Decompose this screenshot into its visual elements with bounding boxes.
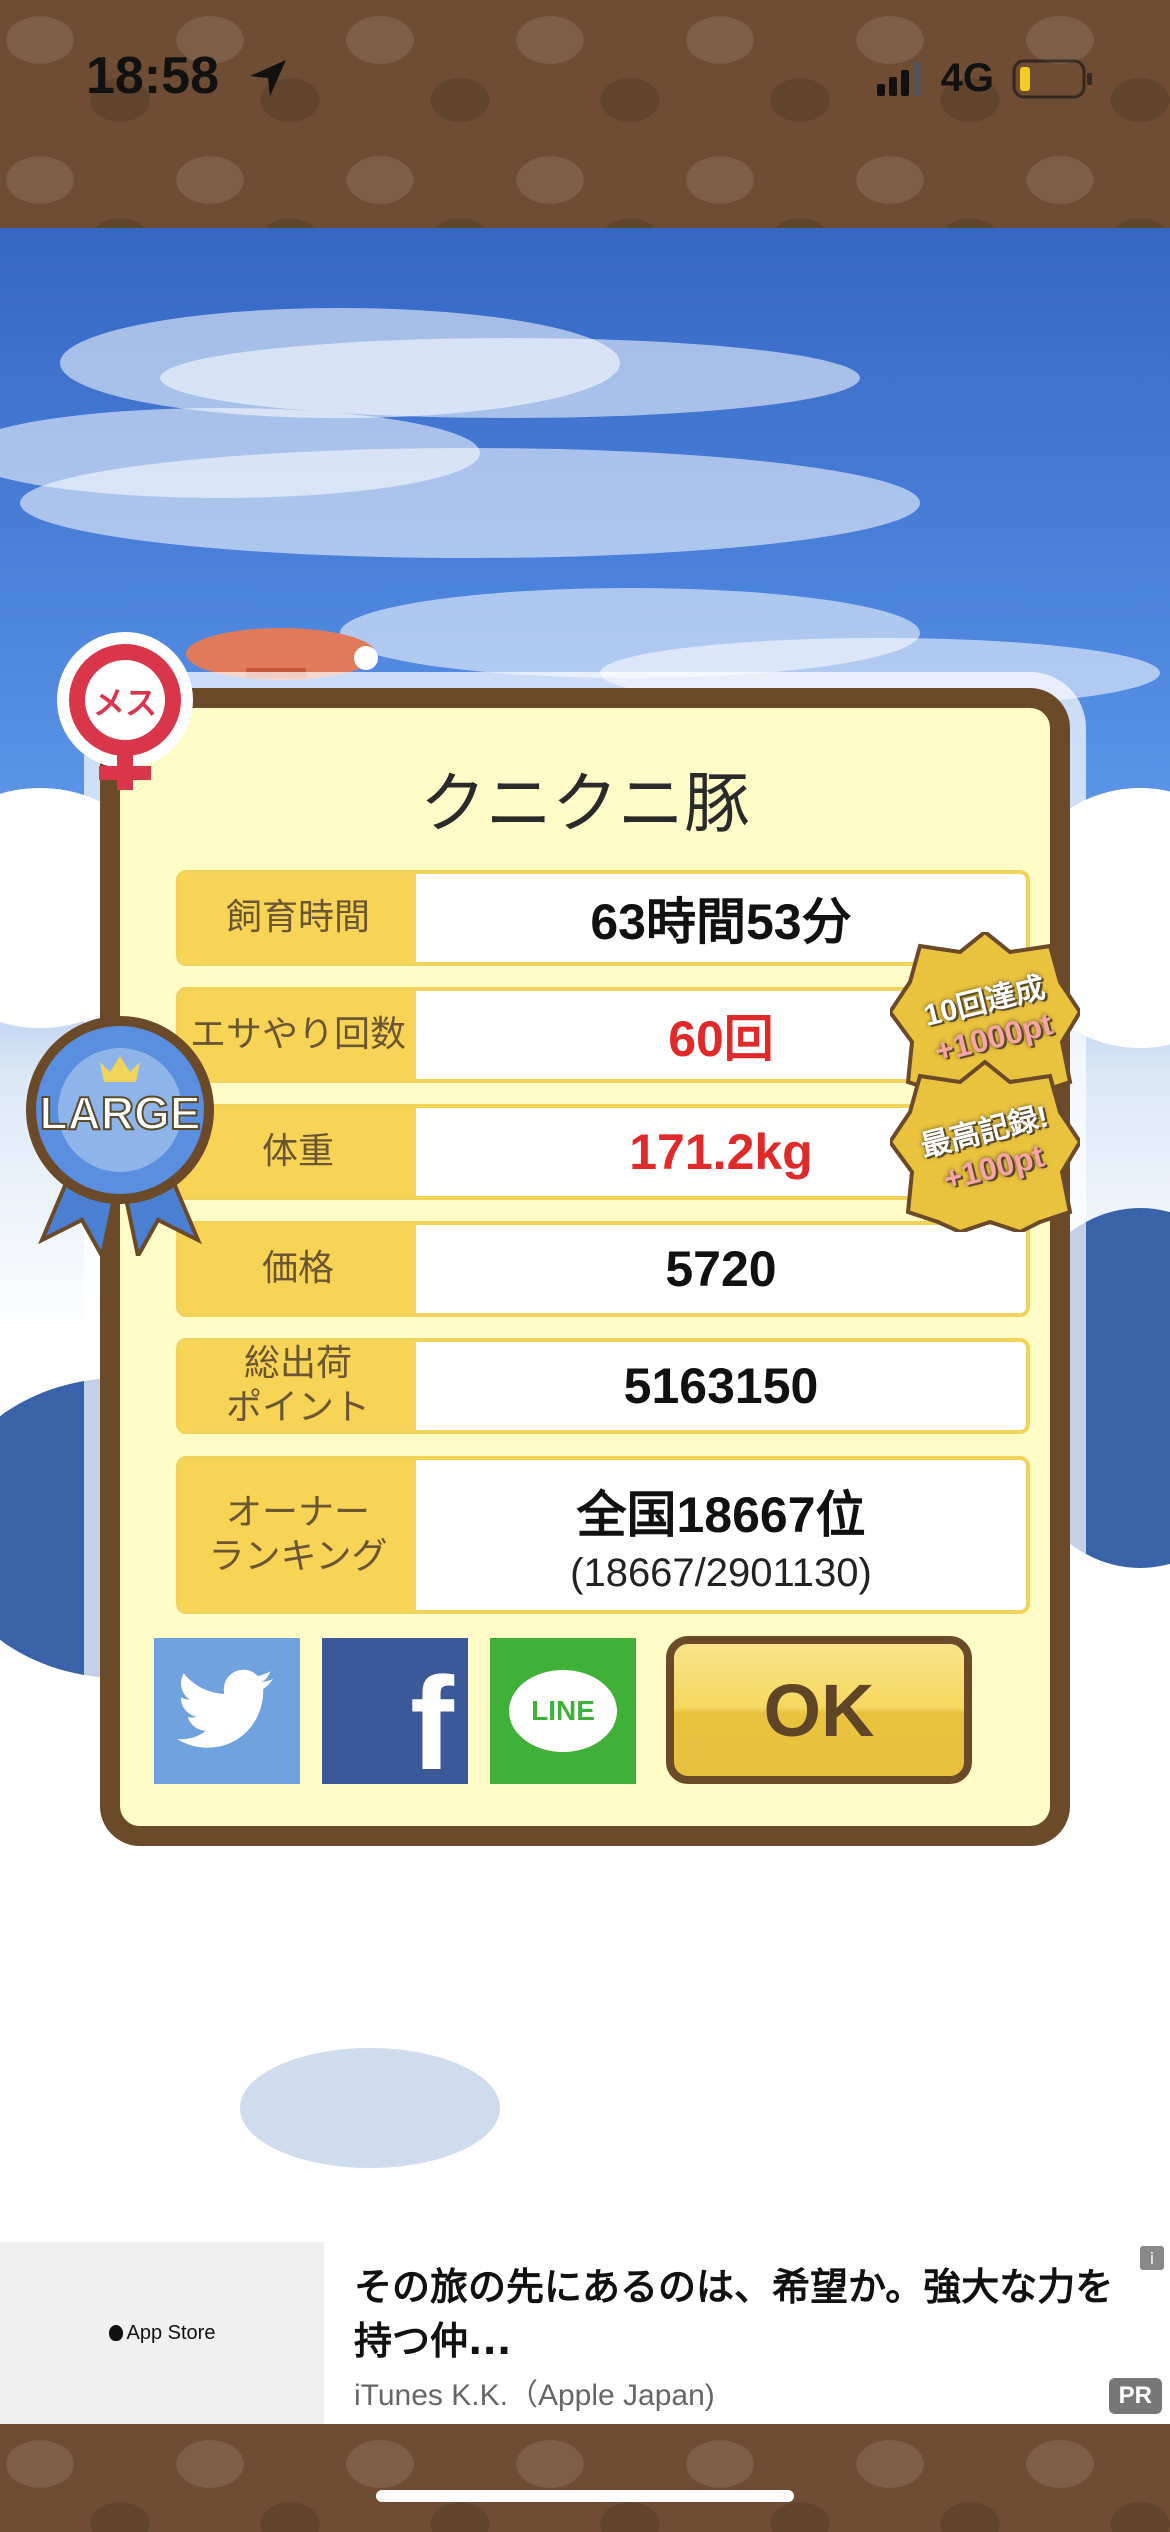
- status-right-group: 4G: [876, 56, 1094, 101]
- achievement-badge-group: 10回達成 +1000pt 最高記録! +100pt: [890, 932, 1080, 1232]
- sky-cloud: [20, 448, 920, 558]
- large-ribbon-badge: LARGE: [22, 1000, 218, 1262]
- result-panel: クニクニ豚 飼育時間 63時間53分 エサやり回数 60回 体重 171.2kg…: [100, 688, 1070, 1846]
- gender-label: メス: [92, 684, 157, 722]
- apple-logo-icon: [108, 2325, 123, 2341]
- line-share-button[interactable]: LINE: [490, 1638, 636, 1784]
- female-badge: メス: [54, 630, 196, 796]
- size-badge-label: LARGE: [39, 1086, 202, 1140]
- signal-bars-icon: [876, 61, 921, 96]
- ad-store-logo[interactable]: App Store: [0, 2242, 324, 2424]
- stat-label: オーナー ランキング: [180, 1460, 416, 1610]
- stat-value: 5163150: [623, 1358, 819, 1414]
- stat-value: 5720: [665, 1241, 777, 1297]
- pig-name: クニクニ豚: [420, 765, 750, 842]
- stat-row-price: 価格 5720: [176, 1221, 1030, 1317]
- status-time: 18:58: [86, 47, 219, 105]
- ad-advertiser: iTunes K.K.（Apple Japan): [354, 2379, 715, 2412]
- stat-value-group: 全国18667位 (18667/2901130): [416, 1460, 1026, 1610]
- bottom-bar: [0, 2424, 1170, 2532]
- location-arrow-icon: [250, 60, 286, 96]
- ad-banner[interactable]: App Store その旅の先にあるのは、希望か。強大な力を持つ仲... iTu…: [0, 2242, 1170, 2424]
- twitter-share-button[interactable]: [154, 1638, 300, 1784]
- line-bubble-icon: LINE: [509, 1670, 617, 1752]
- ad-pr-badge: PR: [1108, 2378, 1162, 2414]
- ad-headline[interactable]: その旅の先にあるのは、希望か。強大な力を持つ仲...: [354, 2260, 1144, 2368]
- ad-store-label: App Store: [126, 2321, 216, 2344]
- ad-info-icon[interactable]: i: [1140, 2246, 1164, 2270]
- facebook-f-icon: f: [410, 1650, 454, 1797]
- battery-icon: [1012, 59, 1092, 98]
- airship-icon: [186, 628, 378, 680]
- ranking-value: 全国18667位: [576, 1486, 866, 1543]
- line-logo-text: LINE: [531, 1695, 595, 1726]
- stat-label: 総出荷 ポイント: [180, 1342, 416, 1430]
- sky-cloud: [160, 338, 860, 418]
- home-indicator[interactable]: [376, 2490, 794, 2502]
- stat-row-owner-ranking: オーナー ランキング 全国18667位 (18667/2901130): [176, 1456, 1030, 1614]
- twitter-bird-icon: [177, 1669, 273, 1748]
- stat-row-shipping-points: 総出荷 ポイント 5163150: [176, 1338, 1030, 1434]
- ok-button[interactable]: OK: [666, 1636, 972, 1784]
- stat-label: 飼育時間: [180, 874, 416, 962]
- background-cloud: [240, 2048, 500, 2168]
- facebook-share-button[interactable]: f: [322, 1638, 468, 1797]
- network-type: 4G: [940, 56, 994, 100]
- ranking-detail: (18667/2901130): [570, 1550, 872, 1595]
- status-bar: 18:58 4G: [0, 0, 1170, 228]
